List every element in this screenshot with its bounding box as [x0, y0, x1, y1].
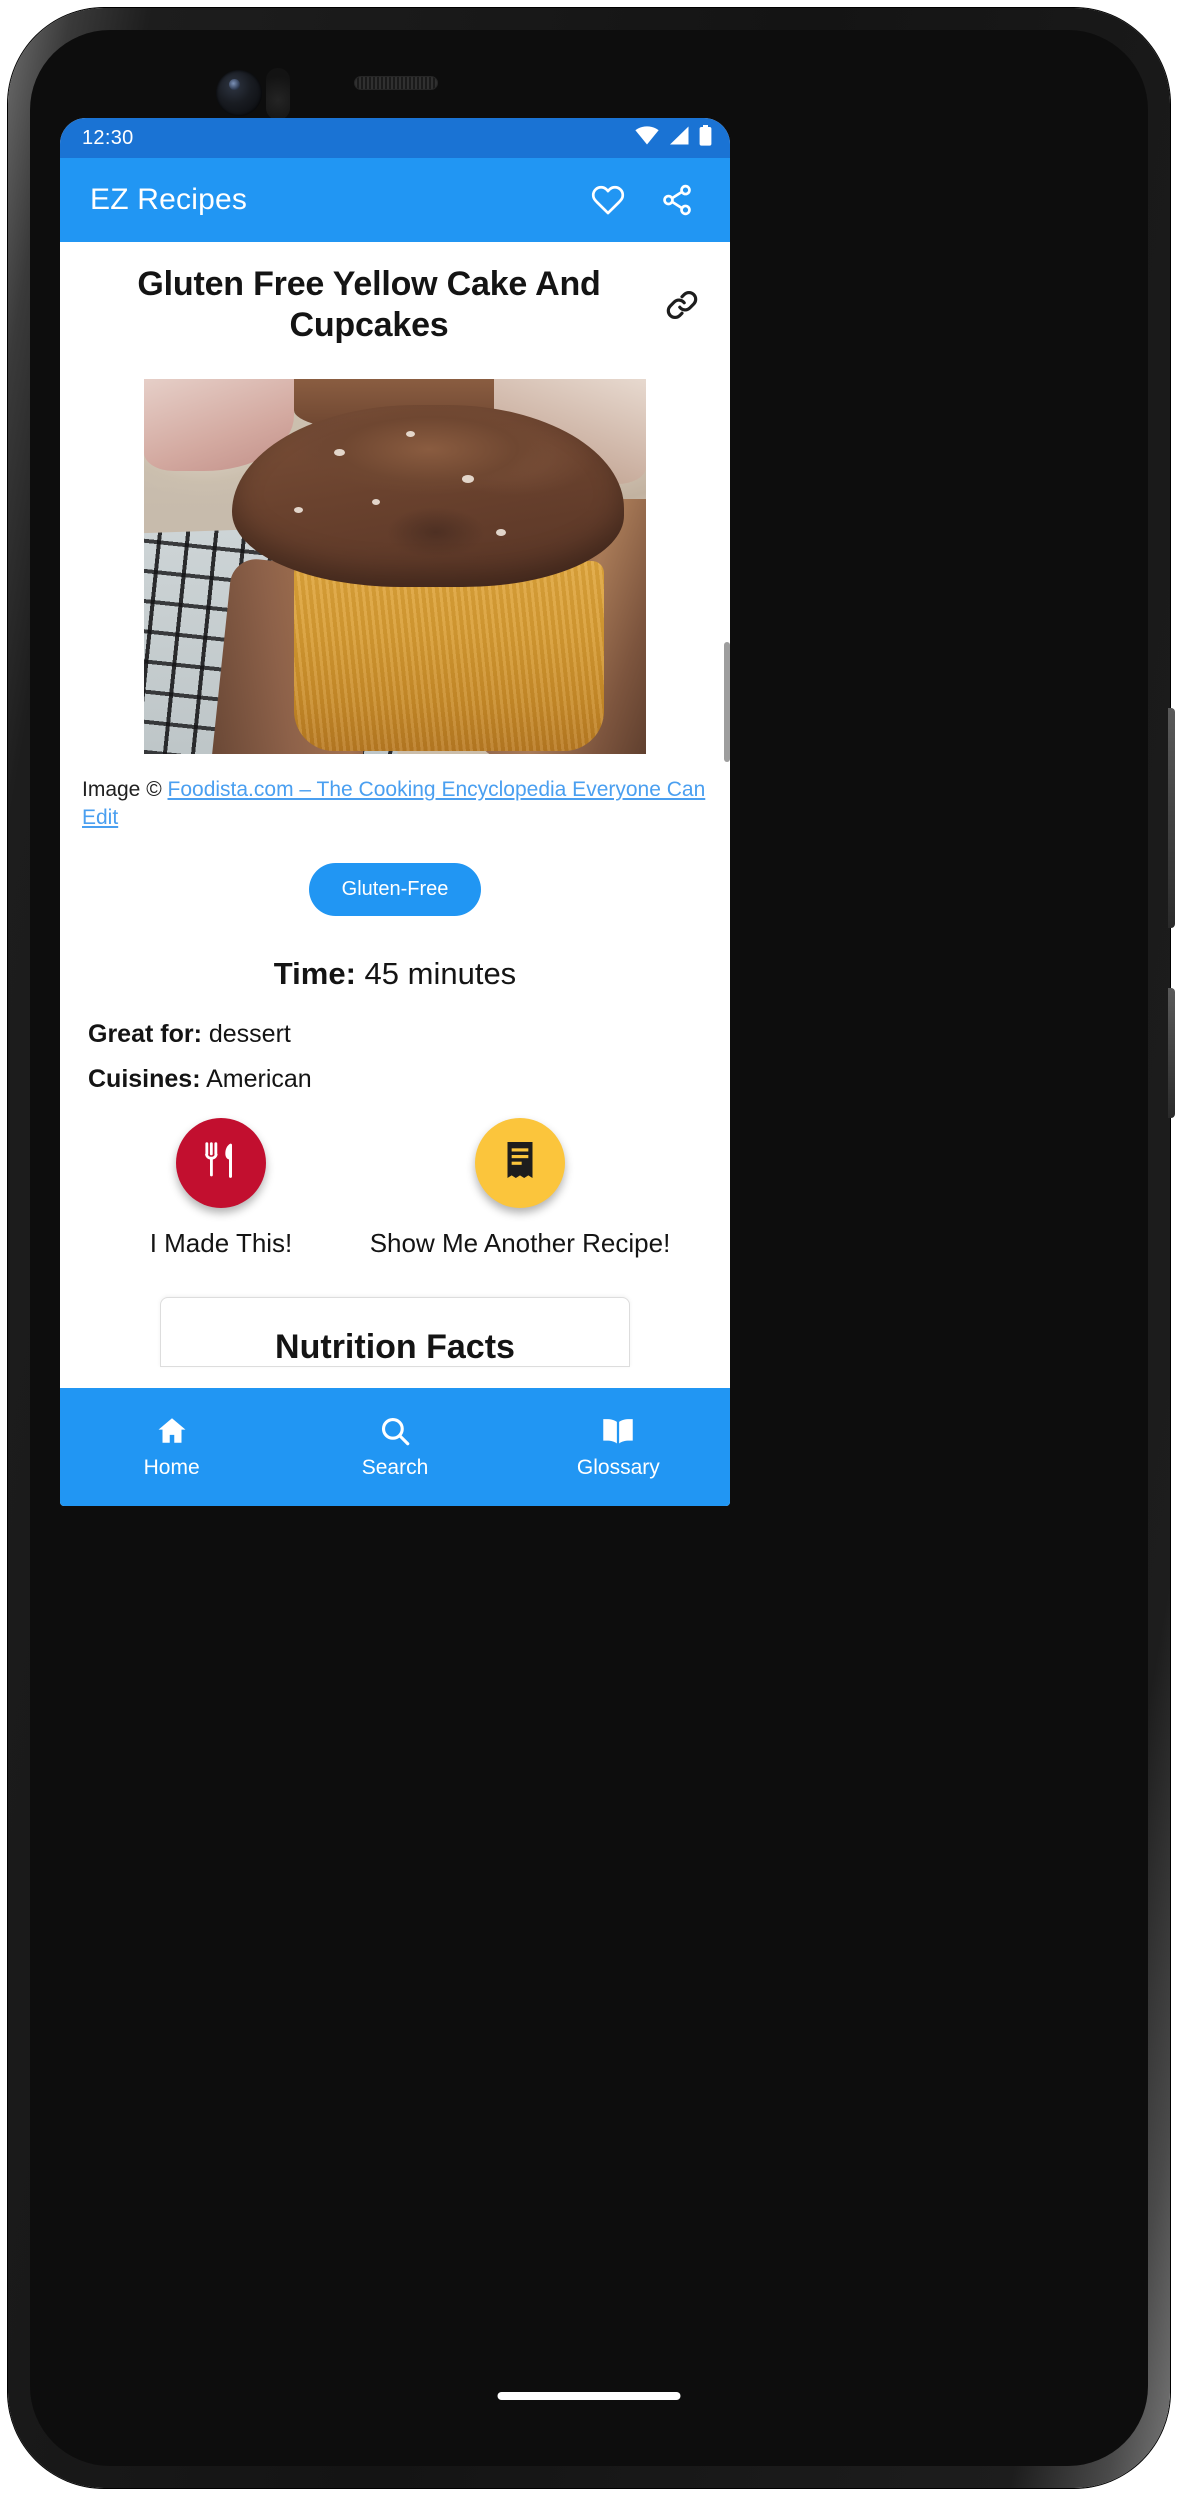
bottom-navigation: Home Search Glossary [60, 1388, 730, 1506]
front-camera-icon [216, 70, 262, 116]
fork-knife-icon [201, 1140, 241, 1185]
page-title: Gluten Free Yellow Cake And Cupcakes [137, 265, 601, 345]
attribution-prefix: Image © [82, 777, 168, 801]
made-this-action[interactable]: I Made This! [96, 1117, 346, 1259]
recipe-image [144, 378, 646, 754]
book-icon [600, 1414, 636, 1448]
cell-signal-icon [668, 126, 690, 150]
nav-label-home: Home [143, 1456, 200, 1479]
cuisines-value: American [206, 1064, 312, 1093]
recipe-image-wrapper [60, 378, 730, 754]
heart-outline-icon[interactable] [590, 183, 626, 217]
nutrition-facts-card[interactable]: Nutrition Facts [160, 1296, 630, 1367]
search-icon [378, 1414, 412, 1448]
nav-label-glossary: Glossary [576, 1456, 660, 1479]
great-for-value: dessert [208, 1019, 291, 1048]
phone-screen-bezel: 12:30 EZ Recipes Gluten Free Yellow Cake… [30, 30, 1148, 2466]
volume-button[interactable] [1168, 708, 1175, 928]
proximity-sensor-icon [266, 68, 290, 120]
image-attribution: Image © Foodista.com – The Cooking Encyc… [60, 754, 730, 833]
another-recipe-action[interactable]: Show Me Another Recipe! [346, 1117, 694, 1259]
made-this-button[interactable] [176, 1117, 266, 1208]
cuisines-row: Cuisines: American [88, 1065, 702, 1094]
great-for-label: Great for: [88, 1019, 202, 1048]
tag-list: Gluten-Free [60, 862, 730, 916]
wifi-icon [635, 126, 659, 150]
attribution-link[interactable]: Foodista.com – The Cooking Encyclopedia … [82, 778, 705, 829]
app-bar: EZ Recipes [60, 158, 730, 242]
status-icons [635, 125, 712, 151]
tag-chip[interactable]: Gluten-Free [308, 862, 482, 916]
action-buttons: I Made This! Show Me Another Recipe! [60, 1117, 730, 1259]
status-time: 12:30 [82, 126, 134, 149]
another-recipe-button[interactable] [475, 1117, 565, 1208]
battery-icon [699, 125, 712, 151]
recipe-meta: Great for: dessert Cuisines: American [60, 1020, 730, 1094]
home-indicator[interactable] [497, 2392, 681, 2400]
nav-item-glossary[interactable]: Glossary [507, 1414, 730, 1480]
app-title: EZ Recipes [90, 183, 248, 216]
home-icon [155, 1414, 189, 1448]
link-icon[interactable] [656, 286, 708, 324]
phone-frame: 12:30 EZ Recipes Gluten Free Yellow Cake… [8, 8, 1175, 2488]
recipe-title-row: Gluten Free Yellow Cake And Cupcakes [60, 242, 730, 353]
nav-item-search[interactable]: Search [283, 1414, 506, 1480]
time-value: 45 minutes [364, 955, 517, 991]
made-this-label: I Made This! [149, 1227, 293, 1258]
power-button[interactable] [1168, 988, 1175, 1118]
great-for-row: Great for: dessert [88, 1020, 702, 1049]
cuisines-label: Cuisines: [88, 1064, 201, 1093]
app-screen: 12:30 EZ Recipes Gluten Free Yellow Cake… [60, 118, 730, 1506]
another-recipe-label: Show Me Another Recipe! [369, 1227, 671, 1258]
scrollbar-thumb[interactable] [724, 642, 730, 762]
recipe-content[interactable]: Gluten Free Yellow Cake And Cupcakes Ima… [60, 242, 730, 1388]
status-bar: 12:30 [60, 118, 730, 158]
time-label: Time: [273, 955, 356, 991]
earpiece-speaker [354, 76, 438, 90]
receipt-icon [502, 1140, 538, 1185]
nav-label-search: Search [361, 1456, 429, 1479]
nutrition-facts-heading: Nutrition Facts [275, 1327, 515, 1366]
share-icon[interactable] [660, 183, 694, 217]
recipe-time: Time: 45 minutes [60, 956, 730, 992]
nav-item-home[interactable]: Home [60, 1414, 283, 1480]
